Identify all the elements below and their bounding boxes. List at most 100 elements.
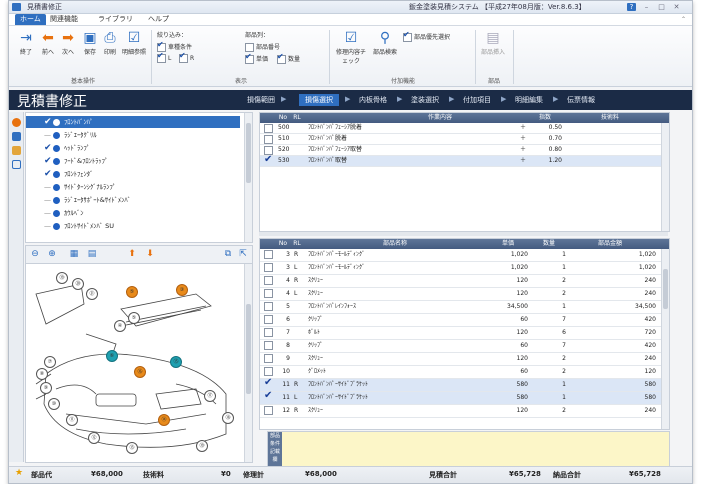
checkmark-icon[interactable]: ✔	[44, 142, 53, 154]
print-button[interactable]: ⎙ 印刷	[101, 30, 119, 56]
arrow-up-icon[interactable]: ⬆	[126, 248, 138, 260]
checkbox[interactable]	[157, 51, 166, 63]
quantity-option[interactable]: 数量	[277, 52, 300, 64]
diagram-callout[interactable]: ⑤	[126, 286, 138, 298]
checkbox[interactable]	[245, 52, 254, 64]
diagram-callout[interactable]: ⑤	[128, 312, 140, 324]
row-checkbox[interactable]	[264, 367, 273, 376]
tree-item[interactable]: ✔ ﾌﾛﾝﾄﾌｪﾝﾀﾞ	[26, 168, 240, 180]
row-checkbox[interactable]	[264, 302, 273, 311]
row-checkbox[interactable]	[264, 390, 273, 402]
diagram-callout[interactable]: ⑦	[44, 356, 56, 368]
diagram-callout[interactable]: ㉑	[86, 288, 98, 300]
tree-branch-icon[interactable]: —	[44, 181, 53, 193]
work-row[interactable]: 510 ﾌﾛﾝﾄﾊﾞﾝﾊﾟ脱着 ＋ 0.70	[260, 134, 669, 145]
splitter[interactable]	[259, 232, 668, 236]
tab-help[interactable]: ヘルプ	[143, 14, 174, 25]
tree-branch-icon[interactable]: —	[44, 220, 53, 232]
parts-row[interactable]: 9 ｽｸﾘｭｰ 120 2 240	[260, 353, 669, 366]
scroll-thumb[interactable]	[663, 269, 668, 309]
list-grid-icon[interactable]: ▤	[86, 248, 98, 260]
diagram-callout[interactable]: ⑬	[126, 442, 138, 454]
parts-diagram[interactable]: ⑲⑳㉑⑤③④⑤⑥⑦⑧⑨⑩⑪⑫⑬⑭⑮⑯⑰⑱⑲	[25, 263, 253, 463]
step-slip-info[interactable]: 伝票情報	[567, 95, 595, 105]
filter-l-option[interactable]: L	[157, 51, 171, 63]
diagram-callout[interactable]: ⑨	[40, 382, 52, 394]
parts-row[interactable]: 4 R ｽｸﾘｭｰ 120 2 240	[260, 275, 669, 288]
diagram-callout[interactable]: ⑮	[170, 356, 182, 368]
row-checkbox[interactable]	[264, 154, 273, 166]
parts-priority-option[interactable]: 部品優先選択	[403, 30, 450, 42]
checkbox[interactable]	[245, 43, 254, 52]
step-inner-frame[interactable]: 内板骨格	[359, 95, 387, 105]
diagram-callout[interactable]: ⑰	[204, 390, 216, 402]
popout-icon[interactable]: ⧉	[222, 248, 234, 260]
parts-row[interactable]: 5 ﾌﾛﾝﾄﾊﾞﾝﾊﾟﾚｲﾝﾌｫｰｽ 34,500 1 34,500	[260, 301, 669, 314]
tree-branch-icon[interactable]: —	[44, 194, 53, 206]
tree-item[interactable]: — ﾗｼﾞｴｰﾀｻﾎﾟｰﾄ&ｻｲﾄﾞﾒﾝﾊﾞ	[26, 194, 240, 206]
maximize-icon[interactable]: □	[657, 3, 666, 11]
parts-row[interactable]: 10 ｸﾞﾛﾒｯﾄ 60 2 120	[260, 366, 669, 379]
collapse-ribbon-icon[interactable]: ⌃	[681, 16, 686, 23]
tree-item[interactable]: — ｻｲﾄﾞﾀｰﾝｼｸﾞﾅﾙﾗﾝﾌﾟ	[26, 181, 240, 193]
step-damage-select[interactable]: 損傷選択	[299, 94, 339, 106]
checkmark-icon[interactable]: ✔	[44, 155, 53, 167]
checkbox[interactable]	[179, 51, 188, 63]
diagram-callout[interactable]: ④	[114, 320, 126, 332]
next-button[interactable]: ➡ 次へ	[59, 30, 77, 56]
scroll-thumb[interactable]	[246, 304, 251, 394]
parts-row[interactable]: 11 R ﾌﾛﾝﾄﾊﾞﾝﾊﾟｰｻｲﾄﾞﾌﾞﾗｹｯﾄ 580 1 580	[260, 377, 669, 392]
parts-table-scrollbar[interactable]	[661, 249, 669, 429]
row-checkbox[interactable]	[264, 354, 273, 363]
parts-row[interactable]: 12 R ｽｸﾘｭｰ 120 2 240	[260, 405, 669, 418]
parts-row[interactable]: 6 ｸﾘｯﾌﾟ 60 7 420	[260, 314, 669, 327]
help-icon[interactable]: ?	[627, 3, 636, 11]
row-checkbox[interactable]	[264, 263, 273, 272]
diagram-callout[interactable]: ⑳	[72, 278, 84, 290]
row-checkbox[interactable]	[264, 289, 273, 298]
unit-price-option[interactable]: 単価	[245, 52, 268, 64]
work-table-scrollbar[interactable]	[661, 123, 669, 231]
prev-button[interactable]: ⬅ 前へ	[39, 30, 57, 56]
checkmark-icon[interactable]: ✔	[44, 168, 53, 180]
row-checkbox[interactable]	[264, 135, 273, 144]
parts-row[interactable]: 8 ｸﾘｯﾌﾟ 60 7 420	[260, 340, 669, 353]
diagram-callout[interactable]: ⑲	[56, 272, 68, 284]
row-checkbox[interactable]	[264, 328, 273, 337]
zoom-in-icon[interactable]: ⊕	[46, 248, 58, 260]
parts-row[interactable]: 3 L ﾌﾛﾝﾄﾊﾞﾝﾊﾟｰﾓｰﾙﾃﾞｨﾝｸﾞ 1,020 1 1,020	[260, 262, 669, 275]
window-icon[interactable]	[12, 160, 21, 169]
list-view-icon[interactable]	[12, 132, 21, 141]
step-paint-select[interactable]: 塗装選択	[411, 95, 439, 105]
tree-branch-icon[interactable]: —	[44, 207, 53, 219]
diagram-callout[interactable]: ⑯	[134, 366, 146, 378]
parts-search-button[interactable]: ⚲ 部品検索	[371, 30, 399, 56]
fit-grid-icon[interactable]: ▦	[68, 248, 80, 260]
save-button[interactable]: ▣ 保存	[81, 30, 99, 56]
row-checkbox[interactable]	[264, 406, 273, 415]
diagram-callout[interactable]: ⑧	[36, 368, 48, 380]
diagram-callout[interactable]: ⑫	[88, 432, 100, 444]
checkbox[interactable]	[403, 30, 412, 42]
tree-item[interactable]: ✔ ﾍｯﾄﾞﾗﾝﾌﾟ	[26, 142, 240, 154]
row-checkbox[interactable]	[264, 377, 273, 389]
step-additional-items[interactable]: 付加項目	[463, 95, 491, 105]
tree-item[interactable]: ✔ ﾌﾛﾝﾄﾊﾞﾝﾊﾟ	[26, 116, 240, 128]
checkmark-icon[interactable]: ✔	[44, 116, 53, 128]
parts-insert-button[interactable]: ▤ 部品挿入	[481, 30, 505, 56]
tree-scrollbar[interactable]	[244, 113, 252, 242]
exit-button[interactable]: ⇥ 終了	[17, 30, 35, 56]
row-checkbox[interactable]	[264, 250, 273, 259]
diagram-callout[interactable]: ⑭	[158, 414, 170, 426]
parts-row[interactable]: 3 R ﾌﾛﾝﾄﾊﾞﾝﾊﾟｰﾓｰﾙﾃﾞｨﾝｸﾞ 1,020 1 1,020	[260, 249, 669, 262]
diagram-callout[interactable]: ⑲	[196, 440, 208, 452]
diagram-scrollbar[interactable]	[244, 264, 252, 462]
orange-dot-icon[interactable]	[12, 118, 21, 127]
tree-item[interactable]: — ﾗｼﾞｴｰﾀｸﾞﾘﾙ	[26, 129, 240, 141]
detail-reference-button[interactable]: ☑ 明細参照	[121, 30, 147, 56]
scroll-thumb[interactable]	[246, 123, 251, 183]
row-checkbox[interactable]	[264, 276, 273, 285]
filter-r-option[interactable]: R	[179, 51, 194, 63]
diagram-callout[interactable]: ⑪	[66, 414, 78, 426]
parts-row[interactable]: 7 ﾎﾞﾙﾄ 120 6 720	[260, 327, 669, 340]
